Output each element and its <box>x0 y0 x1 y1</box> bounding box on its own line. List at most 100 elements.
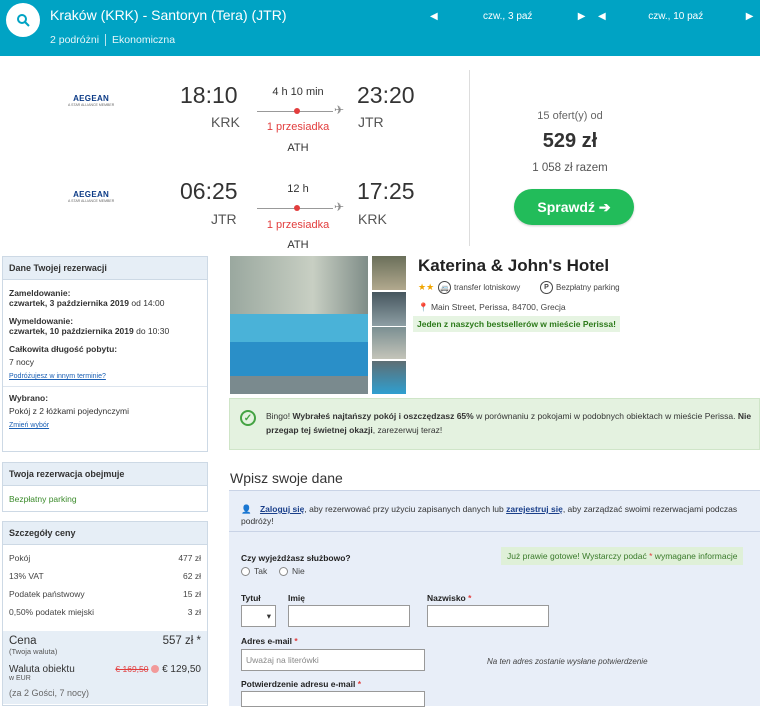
first-name-label: Imię <box>288 593 306 603</box>
price-row: 13% VAT 62 zł <box>9 571 201 581</box>
travellers-count: 2 podróżni <box>50 34 100 46</box>
flight-offer-card[interactable]: AEGEAN A STAR ALLIANCE MEMBER 18:10 KRK … <box>0 56 760 252</box>
stay-length-value: 7 nocy <box>9 357 35 367</box>
airline-logo: AEGEAN A STAR ALLIANCE MEMBER <box>68 94 115 107</box>
new-price: € 129,50 <box>162 664 201 675</box>
stops-count: 1 przesiadka <box>266 219 330 231</box>
discount-icon <box>151 665 160 674</box>
hotel-main-photo[interactable] <box>230 256 368 394</box>
price-row: Podatek państwowy 15 zł <box>9 589 201 599</box>
price-details: Szczegóły ceny Pokój 477 zł 13% VAT 62 zł … <box>2 521 208 706</box>
reservation-includes: Twoja rezerwacja obejmuje Bezpłatny park… <box>2 462 208 512</box>
login-prompt: 👤 Zaloguj się, aby rezerwować przy użyci… <box>241 504 738 526</box>
checkout-date: czwartek, 10 października 2019 <box>9 326 134 336</box>
hotel-thumbnail[interactable] <box>372 292 406 326</box>
stay-length-label: Całkowita długość pobytu: <box>9 344 118 354</box>
total-sub: (Twoja waluta) <box>9 647 58 656</box>
reservation-summary: Dane Twojej rezerwacji Zameldowanie: czw… <box>2 256 208 452</box>
hotel-thumbnail[interactable] <box>372 327 406 359</box>
search-summary[interactable]: 2 podróżni Ekonomiczna <box>50 34 175 46</box>
stop-dot <box>294 108 300 114</box>
change-selection-link[interactable]: Zmień wybór <box>9 422 49 429</box>
route-title[interactable]: Kraków (KRK) - Santoryn (Tera) (JTR) <box>50 7 286 23</box>
stops-count: 1 przesiadka <box>266 121 330 133</box>
search-button[interactable] <box>6 3 40 37</box>
hotel-address[interactable]: 📍 Main Street, Perissa, 84700, Grecja <box>418 302 566 313</box>
feature-free-parking: P Bezpłatny parking <box>540 279 620 296</box>
panel-heading: Szczegóły ceny <box>3 522 207 545</box>
check-offer-button[interactable]: Sprawdź ➔ <box>514 189 634 225</box>
checkin-date: czwartek, 3 października 2019 <box>9 298 130 308</box>
layover-airport: ATH <box>287 239 309 251</box>
register-link[interactable]: zarejestruj się <box>506 504 563 514</box>
total-label: Cena <box>9 635 37 647</box>
selected-label: Wybrano: <box>9 393 49 403</box>
departure-airport: KRK <box>211 114 240 130</box>
cabin-class: Ekonomiczna <box>112 34 176 46</box>
depart-date[interactable]: czw., 3 paź <box>438 11 578 22</box>
required-info-note: Już prawie gotowe! Wystarczy podać * wym… <box>501 547 744 565</box>
form-title: Wpisz swoje dane <box>230 470 343 486</box>
price-row: 0,50% podatek miejski 3 zł <box>9 607 201 617</box>
email-confirm-label: Potwierdzenie adresu e-mail * <box>241 679 362 689</box>
plane-icon: ✈ <box>334 103 345 117</box>
feature-airport-transfer: 🚐 transfer lotniskowy <box>438 279 520 296</box>
offer-price: 529 zł <box>542 130 598 152</box>
price-row: Pokój 477 zł <box>9 553 201 563</box>
plane-icon: ✈ <box>334 200 345 214</box>
checkout-label: Wymeldowanie: <box>9 316 74 326</box>
airline-logo: AEGEAN A STAR ALLIANCE MEMBER <box>68 190 115 203</box>
arrival-airport: JTR <box>358 114 384 130</box>
hotel-thumbnail[interactable] <box>372 256 406 290</box>
deal-alert: ✓ Bingo! Wybrałeś najtańszy pokój i oszc… <box>229 398 760 450</box>
offers-count: 15 ofert(y) od <box>537 110 603 122</box>
local-currency-sub: w EUR <box>9 675 31 682</box>
search-header: Kraków (KRK) - Santoryn (Tera) (JTR) 2 p… <box>0 0 760 56</box>
return-date[interactable]: czw., 10 paź <box>606 11 746 22</box>
stop-dot <box>294 205 300 211</box>
flight-duration: 4 h 10 min <box>272 86 324 98</box>
price-total-box: Cena (Twoja waluta) 557 zł * Waluta obie… <box>3 631 207 704</box>
hotel-stars: ★★ <box>418 282 435 292</box>
checkin-label: Zameldowanie: <box>9 288 71 298</box>
login-link[interactable]: Zaloguj się <box>260 504 304 514</box>
prev-return-date-icon[interactable]: ◀ <box>598 11 606 22</box>
guest-details-form: 👤 Zaloguj się, aby rezerwować przy użyci… <box>229 490 760 707</box>
title-select[interactable]: ▾ <box>241 605 276 627</box>
parking-icon: P <box>540 281 553 294</box>
business-yes-radio[interactable]: Tak <box>241 566 267 576</box>
business-trip-label: Czy wyjeżdżasz służbowo? <box>241 553 351 563</box>
departure-airport: JTR <box>211 211 237 227</box>
last-name-label: Nazwisko * <box>427 593 472 603</box>
guests-nights: (za 2 Gości, 7 nocy) <box>9 688 90 698</box>
selected-room: Pokój z 2 łóżkami pojedynczymi <box>9 406 129 416</box>
hotel-name[interactable]: Katerina & John's Hotel <box>418 256 609 276</box>
depart-date-picker: ◀ czw., 3 paź ▶ <box>430 6 585 26</box>
arrival-time: 23:20 <box>357 82 415 108</box>
total-price: 557 zł * <box>162 635 201 647</box>
flight-duration: 12 h <box>287 183 309 195</box>
divider <box>469 70 470 246</box>
search-icon <box>17 14 30 27</box>
email-label: Adres e-mail * <box>241 636 298 646</box>
local-currency-label: Waluta obiektu <box>9 664 75 675</box>
hotel-thumbnail[interactable] <box>372 361 406 394</box>
first-name-input[interactable] <box>288 605 410 627</box>
prev-depart-date-icon[interactable]: ◀ <box>430 11 438 22</box>
email-input[interactable]: Uważaj na literówki <box>241 649 425 671</box>
change-dates-link[interactable]: Podróżujesz w innym terminie? <box>9 373 106 380</box>
next-depart-date-icon[interactable]: ▶ <box>578 11 586 22</box>
checkout-time: do 10:30 <box>133 326 170 336</box>
last-name-input[interactable] <box>427 605 549 627</box>
old-price: € 169,50 <box>115 664 149 674</box>
business-no-radio[interactable]: Nie <box>279 566 305 576</box>
included-parking: Bezpłatny parking <box>9 494 77 504</box>
check-icon: ✓ <box>240 410 256 426</box>
email-note: Na ten adres zostanie wysłane potwierdze… <box>487 657 648 666</box>
email-confirm-input[interactable] <box>241 691 425 707</box>
arrival-time: 17:25 <box>357 178 415 204</box>
user-icon: 👤 <box>241 504 252 514</box>
location-pin-icon: 📍 <box>418 302 429 312</box>
next-return-date-icon[interactable]: ▶ <box>746 11 754 22</box>
bestseller-badge: Jeden z naszych bestsellerów w mieście P… <box>413 316 620 332</box>
